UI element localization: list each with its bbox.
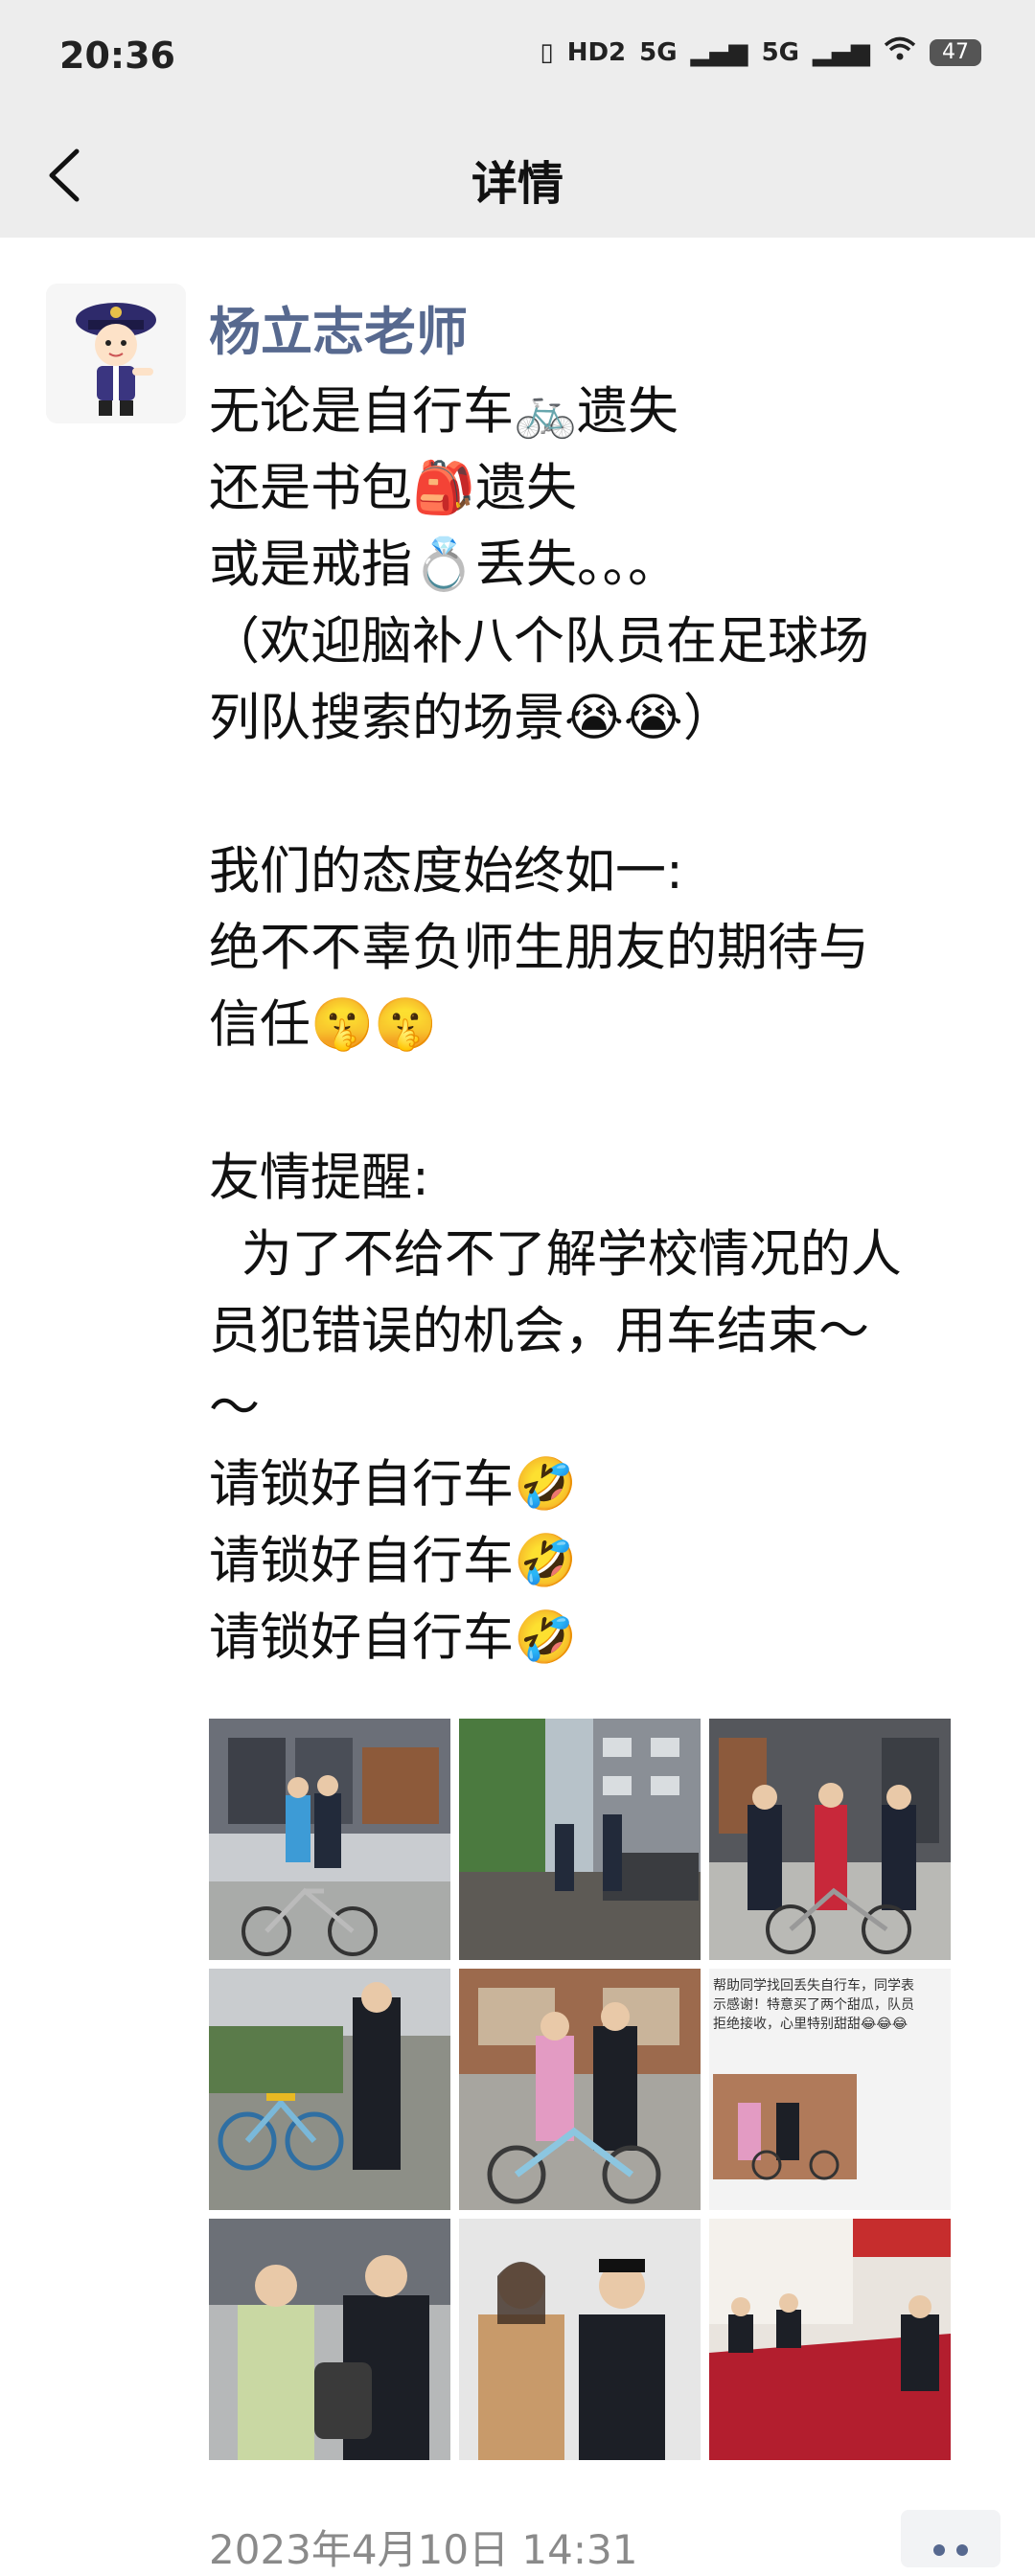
more-dot-icon: [933, 2544, 945, 2556]
photo-guards-with-student-bike[interactable]: [709, 1719, 951, 1960]
photo-student-backpack-handover[interactable]: [209, 2219, 450, 2460]
post-line: ～: [209, 1379, 260, 1437]
signal-5g-icon: 5G: [761, 37, 799, 67]
photo-shared-bikes-guard[interactable]: [209, 1969, 450, 2210]
photo-campus-walkway[interactable]: [459, 1719, 701, 1960]
nav-bar: 详情: [0, 113, 1035, 238]
post-line: 绝不不辜负师生朋友的期待与: [209, 919, 869, 977]
photo-meeting-room[interactable]: [709, 2219, 951, 2460]
post-line: 为了不给不了解学校情况的人: [209, 1225, 902, 1284]
post-line: 无论是自行车🚲遗失: [209, 382, 678, 441]
more-dot-icon: [956, 2544, 968, 2556]
post-line: 信任🤫🤫: [209, 995, 437, 1054]
post-line: 请锁好自行车🤣: [209, 1532, 577, 1590]
photo-student-guard-portrait[interactable]: [459, 2219, 701, 2460]
post-line: 请锁好自行车🤣: [209, 1455, 577, 1514]
post-line: 员犯错误的机会，用车结束～: [209, 1302, 869, 1360]
status-icons: ▯ HD2 5G ▂▄▆ 5G ▂▄▆ 47: [540, 36, 981, 68]
post-line: [209, 1063, 1004, 1140]
wifi-icon: [884, 36, 916, 68]
signal-bars-icon: ▂▄▆: [813, 37, 870, 67]
hd-icon: HD2: [566, 37, 627, 67]
post-content: 无论是自行车🚲遗失 还是书包🎒遗失或是戒指💍丢失。。。 （欢迎脑补八个队员在足球场列…: [209, 374, 1004, 1676]
post-line: （欢迎脑补八个队员在足球场: [209, 612, 869, 671]
status-bar: 20:36 ▯ HD2 5G ▂▄▆ 5G ▂▄▆ 47: [0, 0, 1035, 113]
signal-5g-icon: 5G: [639, 37, 678, 67]
photo-student-guard-blue-bike[interactable]: [459, 1969, 701, 2210]
page-title: 详情: [471, 157, 564, 211]
post-line: 请锁好自行车🤣: [209, 1608, 577, 1667]
post-line: 还是书包🎒遗失: [209, 459, 577, 517]
vibrate-icon: ▯: [540, 37, 554, 67]
author-name[interactable]: 杨立志老师: [209, 289, 468, 365]
chat-screenshot-text-2: 示感谢！特意买了两个甜瓜，队员: [713, 1996, 914, 2013]
status-time: 20:36: [59, 34, 175, 77]
chat-screenshot-text-3: 拒绝接收，心里特别甜甜😂😂😂: [713, 2016, 908, 2032]
signal-bars-icon: ▂▄▆: [690, 37, 748, 67]
photo-student-bike-campus[interactable]: [209, 1719, 450, 1960]
photo-grid: 帮助同学找回丢失自行车，同学表 示感谢！特意买了两个甜瓜，队员 拒绝接收，心里特…: [209, 1719, 951, 2460]
post-line: [209, 757, 1004, 833]
post-line: 我们的态度始终如一:: [209, 842, 683, 900]
battery-indicator: 47: [930, 38, 981, 66]
chat-screenshot-text-1: 帮助同学找回丢失自行车，同学表: [713, 1977, 914, 1994]
post-line: 列队搜索的场景😭😭）: [209, 689, 734, 747]
post-line: 或是戒指💍丢失。。。: [209, 536, 678, 594]
avatar[interactable]: [46, 284, 186, 423]
more-actions-button[interactable]: [901, 2510, 1000, 2567]
police-cartoon-avatar: [46, 284, 186, 423]
post-line: 友情提醒:: [209, 1149, 429, 1207]
photo-chat-screenshot[interactable]: 帮助同学找回丢失自行车，同学表 示感谢！特意买了两个甜瓜，队员 拒绝接收，心里特…: [709, 1969, 951, 2210]
